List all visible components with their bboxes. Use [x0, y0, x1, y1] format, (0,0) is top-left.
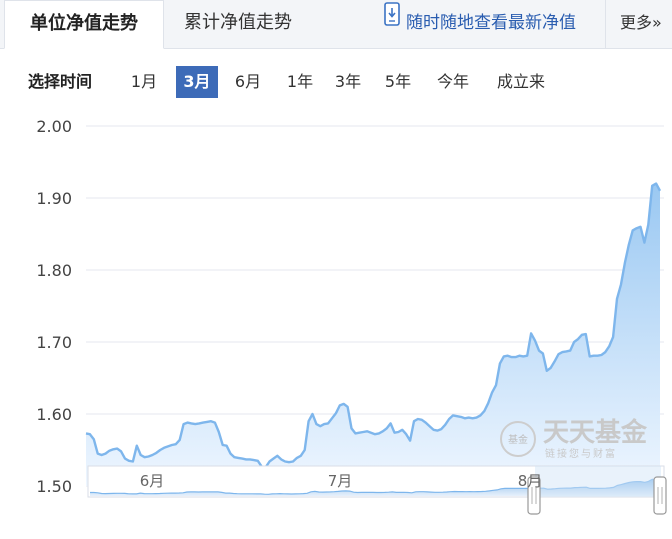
- more-link[interactable]: 更多»: [605, 0, 672, 49]
- tab-bar: 单位净值走势 累计净值走势 随时随地查看最新净值 更多»: [0, 0, 672, 49]
- time-range-label: 选择时间: [28, 72, 93, 91]
- y-axis-labels: 1.50 1.60 1.70 1.80 1.90 2.00: [36, 117, 72, 496]
- y-tick-label: 2.00: [36, 117, 72, 136]
- fund-nav-panel: 单位净值走势 累计净值走势 随时随地查看最新净值 更多» 选择时间 1月 3月 …: [0, 0, 672, 539]
- tab-cumulative-nav-trend[interactable]: 累计净值走势: [184, 0, 292, 49]
- nav-area-chart: 1.501.601.701.801.902.00 基金 天天基金 链接您与财富 …: [36, 117, 667, 515]
- range-option-since-inception[interactable]: 成立来: [488, 66, 554, 98]
- phone-download-icon: [384, 0, 400, 44]
- range-option-1y[interactable]: 1年: [278, 66, 322, 98]
- navigator-label-august: 8月: [518, 472, 543, 490]
- y-tick-label: 1.60: [36, 405, 72, 424]
- y-tick-label: 1.70: [36, 333, 72, 352]
- y-tick-label: 1.80: [36, 261, 72, 280]
- watermark-subtitle: 链接您与财富: [545, 447, 617, 460]
- range-option-ytd[interactable]: 今年: [428, 66, 478, 98]
- mobile-app-link[interactable]: 随时随地查看最新净值: [384, 0, 576, 49]
- range-navigator[interactable]: 6月 7月 8月: [87, 465, 667, 515]
- navigator-label-july: 7月: [328, 472, 353, 490]
- navigator-label-june: 6月: [140, 472, 165, 490]
- range-option-3y[interactable]: 3年: [326, 66, 370, 98]
- navigator-right-handle[interactable]: [653, 476, 667, 515]
- watermark-title: 天天基金: [543, 417, 648, 448]
- watermark-badge: 基金: [508, 433, 528, 446]
- range-option-5y[interactable]: 5年: [376, 66, 420, 98]
- y-tick-label: 1.50: [36, 477, 72, 496]
- range-option-3m[interactable]: 3月: [176, 66, 218, 98]
- navigator-selected-window[interactable]: [535, 466, 661, 497]
- mobile-app-link-label: 随时随地查看最新净值: [406, 13, 576, 33]
- range-option-1m[interactable]: 1月: [122, 66, 166, 98]
- y-tick-label: 1.90: [36, 189, 72, 208]
- tab-unit-nav-trend[interactable]: 单位净值走势: [4, 0, 164, 49]
- range-option-6m[interactable]: 6月: [226, 66, 270, 98]
